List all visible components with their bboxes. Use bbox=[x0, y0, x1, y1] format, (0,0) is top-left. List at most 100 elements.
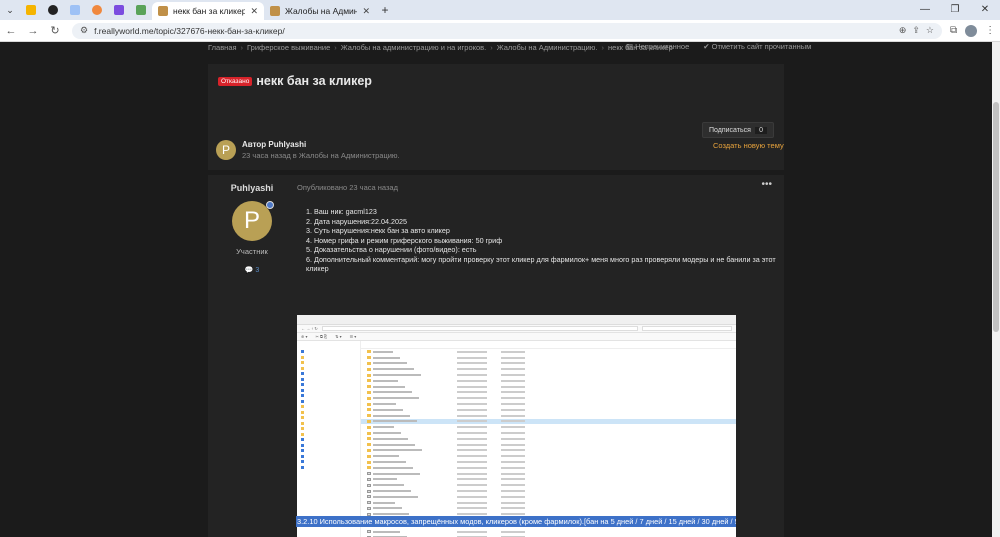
topic-meta: 23 часа назад в Жалобы на Администрацию. bbox=[242, 151, 400, 160]
folder-icon bbox=[367, 414, 371, 418]
follow-button[interactable]: Подписаться 0 bbox=[702, 122, 774, 138]
folder-icon bbox=[367, 396, 371, 400]
screenshot-file-name-bar bbox=[373, 501, 395, 504]
breadcrumb-item[interactable]: Жалобы на Администрацию. bbox=[497, 43, 598, 52]
unread-label: Непрочитанное bbox=[635, 42, 690, 51]
post-menu-icon[interactable]: ••• bbox=[761, 179, 772, 190]
mark-read-label: Отметить сайт прочитанным bbox=[711, 42, 812, 51]
screenshot-file-name-bar bbox=[373, 466, 413, 469]
file-icon bbox=[367, 530, 371, 534]
screenshot-file-type-bar bbox=[501, 437, 525, 440]
screenshot-tool-icon: ⊕ ▾ bbox=[301, 334, 308, 339]
minimize-icon[interactable]: — bbox=[910, 0, 940, 20]
mark-read-link[interactable]: ✔ Отметить сайт прочитанным bbox=[703, 42, 811, 51]
screenshot-nav-item bbox=[297, 465, 360, 471]
screenshot-file-name-bar bbox=[373, 530, 400, 533]
screenshot-file-name-bar bbox=[373, 455, 399, 458]
screenshot-file-name-bar bbox=[373, 391, 412, 394]
poster-group: Участник bbox=[236, 247, 268, 256]
screenshot-file-date-bar bbox=[457, 403, 487, 406]
status-badge: Отказано bbox=[218, 76, 253, 86]
pinned-tab[interactable] bbox=[130, 0, 152, 20]
tab-favicon-icon bbox=[136, 5, 146, 15]
avatar[interactable]: P bbox=[216, 140, 236, 160]
screenshot-file-name-bar bbox=[373, 356, 400, 359]
screenshot-file-type-bar bbox=[501, 356, 525, 359]
pinned-tab[interactable] bbox=[86, 0, 108, 20]
screenshot-file-date-bar bbox=[457, 437, 487, 440]
screenshot-file-type-bar bbox=[501, 461, 525, 464]
tab-title: Жалобы на Администрацию... bbox=[285, 6, 358, 16]
file-icon bbox=[367, 501, 371, 505]
unread-link[interactable]: ▤ Непрочитанное bbox=[626, 42, 689, 51]
screenshot-file-date-bar bbox=[457, 461, 487, 464]
breadcrumb-item[interactable]: Жалобы на администрацию и на игроков. bbox=[341, 43, 486, 52]
pinned-tab[interactable] bbox=[20, 0, 42, 20]
topic-author: P Автор Puhlyashi 23 часа назад в Жалобы… bbox=[216, 140, 400, 160]
screenshot-file-name-bar bbox=[373, 420, 417, 423]
pinned-tab[interactable] bbox=[64, 0, 86, 20]
folder-icon bbox=[367, 385, 371, 389]
close-window-icon[interactable]: ✕ bbox=[970, 0, 1000, 20]
screenshot-file-type-bar bbox=[501, 368, 525, 371]
screenshot-file-date-bar bbox=[457, 420, 487, 423]
screenshot-file-type-bar bbox=[501, 484, 525, 487]
screenshot-file-date-bar bbox=[457, 397, 487, 400]
tab-active[interactable]: некк бан за кликер - Жалобы ✕ bbox=[152, 2, 264, 20]
screenshot-file-type-bar bbox=[501, 391, 525, 394]
forward-icon[interactable]: → bbox=[22, 25, 44, 37]
tab-inactive[interactable]: Жалобы на Администрацию... ✕ bbox=[264, 2, 376, 20]
screenshot-file-type-bar bbox=[501, 362, 525, 365]
screenshot-file-date-bar bbox=[457, 368, 487, 371]
screenshot-file-name-bar bbox=[373, 379, 398, 382]
screenshot-toolbar: ⊕ ▾ ✂ ⧉ ⎘ ⇅ ▾ ☰ ▾ bbox=[297, 333, 736, 341]
close-icon[interactable]: ✕ bbox=[362, 6, 370, 17]
new-tab-icon[interactable]: + bbox=[376, 3, 394, 17]
pinned-tab[interactable] bbox=[42, 0, 64, 20]
screenshot-path bbox=[321, 326, 638, 331]
attached-screenshot[interactable]: ← → ↑ ↻ ⊕ ▾ ✂ ⧉ ⎘ ⇅ ▾ ☰ ▾ bbox=[297, 315, 736, 537]
screenshot-file-date-bar bbox=[457, 379, 487, 382]
selected-rule-text: 3.2.10 Использование макросов, запрещённ… bbox=[296, 516, 736, 527]
breadcrumb-item[interactable]: Главная bbox=[208, 43, 237, 52]
back-icon[interactable]: ← bbox=[0, 25, 22, 37]
scrollbar-thumb[interactable] bbox=[993, 102, 999, 332]
folder-icon bbox=[367, 460, 371, 464]
tab-search-icon[interactable]: ⌄ bbox=[0, 0, 20, 20]
screenshot-file-date-bar bbox=[457, 484, 487, 487]
screenshot-file-type-bar bbox=[501, 432, 525, 435]
folder-icon bbox=[367, 431, 371, 435]
reload-icon[interactable]: ↻ bbox=[44, 24, 66, 37]
breadcrumb-separator-icon: › bbox=[601, 42, 605, 52]
screenshot-nav-pane bbox=[297, 341, 361, 537]
pinned-tab[interactable] bbox=[108, 0, 130, 20]
screenshot-file-date-bar bbox=[457, 350, 487, 353]
zoom-icon[interactable]: ⊕ bbox=[899, 25, 907, 36]
file-icon bbox=[367, 489, 371, 493]
address-bar[interactable]: ⚙ f.reallyworld.me/topic/327676-некк-бан… bbox=[72, 22, 942, 39]
profile-avatar-icon[interactable] bbox=[965, 24, 978, 37]
poster-name[interactable]: Puhlyashi bbox=[208, 183, 296, 193]
page-scrollbar[interactable] bbox=[992, 42, 1000, 537]
avatar[interactable]: P bbox=[232, 201, 274, 241]
screenshot-file-name-bar bbox=[373, 414, 410, 417]
author-label[interactable]: Автор Puhlyashi bbox=[242, 140, 400, 149]
menu-icon[interactable]: ⋮ bbox=[985, 25, 995, 37]
extensions-icon[interactable]: ⧉ bbox=[950, 25, 957, 37]
bookmark-star-icon[interactable]: ☆ bbox=[926, 25, 934, 36]
screenshot-file-date-bar bbox=[457, 408, 487, 411]
screenshot-file-name-bar bbox=[373, 350, 393, 353]
screenshot-file-name-bar bbox=[373, 362, 407, 365]
site-info-icon[interactable]: ⚙ bbox=[80, 25, 88, 36]
breadcrumb-item[interactable]: Гриферское выживание bbox=[247, 43, 330, 52]
avatar-initial: P bbox=[243, 207, 260, 234]
folder-icon bbox=[367, 402, 371, 406]
maximize-icon[interactable]: ❐ bbox=[940, 0, 970, 20]
screenshot-file-name-bar bbox=[373, 403, 396, 406]
share-icon[interactable]: ⇪ bbox=[912, 25, 920, 36]
screenshot-file-name-bar bbox=[373, 443, 415, 446]
screenshot-file-date-bar bbox=[457, 426, 487, 429]
post-line: 1. Ваш ник: gacml123 bbox=[306, 207, 377, 216]
close-icon[interactable]: ✕ bbox=[250, 6, 258, 17]
create-topic-link[interactable]: Создать новую тему bbox=[713, 141, 784, 150]
